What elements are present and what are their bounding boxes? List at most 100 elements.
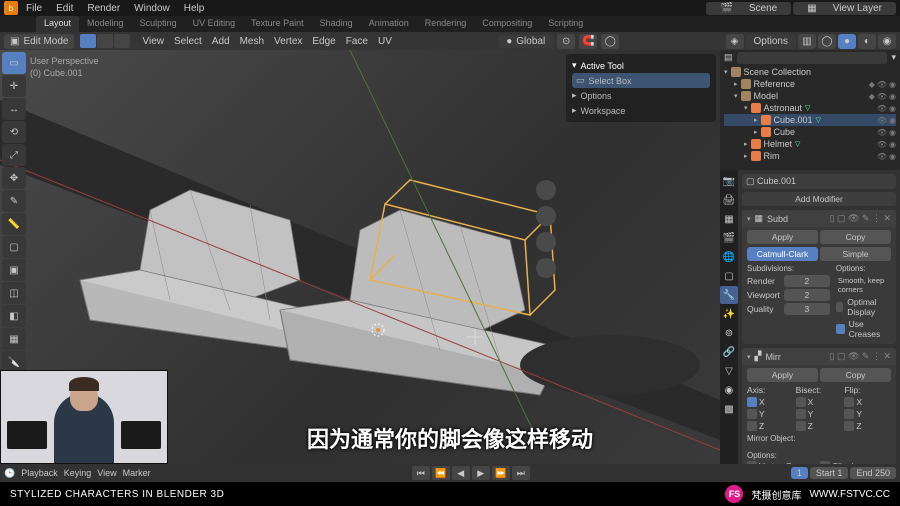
play-button[interactable]: ▶ [472, 466, 490, 480]
tab-texture-props[interactable]: ▩ [720, 400, 738, 418]
axis-z-check[interactable] [747, 421, 757, 431]
tab-constraint-props[interactable]: 🔗 [720, 343, 738, 361]
select-face[interactable] [114, 34, 130, 48]
modifier-name[interactable]: Subd [767, 214, 788, 224]
tab-meshdata-props[interactable]: ▽ [720, 362, 738, 380]
menu-uv[interactable]: UV [378, 36, 392, 47]
keyframe-next-button[interactable]: ⏩ [492, 466, 510, 480]
xray-toggle[interactable]: ▥ [798, 34, 816, 49]
tab-layout[interactable]: Layout [36, 16, 79, 32]
menu-select[interactable]: Select [174, 36, 202, 47]
tool-loopcut[interactable]: ▦ [2, 328, 26, 350]
tool-scale[interactable]: ⤢ [2, 144, 26, 166]
tab-object-props[interactable]: ▢ [720, 267, 738, 285]
tl-menu-playback[interactable]: Playback [21, 468, 58, 478]
menu-add[interactable]: Add [212, 36, 230, 47]
proportional-edit-toggle[interactable]: ◯ [601, 34, 619, 49]
tool-select-box[interactable]: ▭ [2, 52, 26, 74]
timeline-editor-icon[interactable]: 🕒 [4, 468, 15, 479]
menu-face[interactable]: Face [346, 36, 368, 47]
persp-gizmo[interactable] [536, 258, 556, 278]
tree-item-astronaut[interactable]: Astronaut [764, 103, 803, 113]
tool-inset[interactable]: ◫ [2, 282, 26, 304]
tab-scripting[interactable]: Scripting [540, 16, 591, 32]
tree-item-model[interactable]: Model [754, 91, 779, 101]
tl-menu-view[interactable]: View [97, 468, 116, 478]
shading-solid[interactable]: ● [838, 34, 856, 49]
copy-button[interactable]: Copy [820, 230, 891, 244]
tab-output-props[interactable]: 🖨 [720, 191, 738, 209]
tool-measure[interactable]: 📏 [2, 213, 26, 235]
tab-uvediting[interactable]: UV Editing [185, 16, 244, 32]
tree-root[interactable]: Scene Collection [744, 67, 812, 77]
tab-world-props[interactable]: 🌐 [720, 248, 738, 266]
tab-rendering[interactable]: Rendering [417, 16, 475, 32]
bisect-z-check[interactable] [796, 421, 806, 431]
tab-compositing[interactable]: Compositing [474, 16, 540, 32]
active-tool-workspace-row[interactable]: ▸Workspace [572, 103, 710, 118]
bisect-y-check[interactable] [796, 409, 806, 419]
shading-rendered[interactable]: ◉ [878, 34, 896, 49]
jump-end-button[interactable]: ⏭ [512, 466, 530, 480]
jump-start-button[interactable]: ⏮ [412, 466, 430, 480]
gizmo-toggle[interactable]: ◈ [726, 34, 744, 49]
apply-button[interactable]: Apply [747, 230, 818, 244]
tool-annotate[interactable]: ✎ [2, 190, 26, 212]
vertexgroups-check[interactable] [747, 461, 757, 464]
tree-item-rim[interactable]: Rim [764, 151, 780, 161]
modifier-header-icons[interactable]: ▯ ▢ 👁 ✎ ⋮ ✕ [830, 213, 891, 224]
active-tool-options-row[interactable]: ▸Options [572, 88, 710, 103]
menu-help[interactable]: Help [178, 3, 211, 14]
tool-transform[interactable]: ✥ [2, 167, 26, 189]
tool-cursor[interactable]: ✛ [2, 75, 26, 97]
menu-mesh[interactable]: Mesh [240, 36, 264, 47]
boundary-smooth-dropdown[interactable]: Smooth, keep corners [836, 275, 891, 295]
tree-item-helmet[interactable]: Helmet [764, 139, 793, 149]
tab-render-props[interactable]: 📷 [720, 172, 738, 190]
select-vertex[interactable] [80, 34, 96, 48]
shading-matprev[interactable]: ◐ [858, 34, 876, 49]
tree-item-cube[interactable]: Cube [774, 127, 796, 137]
snap-toggle[interactable]: 🧲 [579, 34, 597, 49]
menu-edit[interactable]: Edit [50, 3, 79, 14]
tab-particle-props[interactable]: ✨ [720, 305, 738, 323]
tab-viewlayer-props[interactable]: ▦ [720, 210, 738, 228]
use-creases-check[interactable] [836, 324, 845, 334]
pivot-selector[interactable]: ⊙ [557, 34, 575, 49]
pan-gizmo[interactable] [536, 206, 556, 226]
tab-scene-props[interactable]: 🎬 [720, 229, 738, 247]
flip-y-check[interactable] [844, 409, 854, 419]
tool-extrude[interactable]: ▣ [2, 259, 26, 281]
keyframe-prev-button[interactable]: ⏪ [432, 466, 450, 480]
catmull-clark-button[interactable]: Catmull-Clark [747, 247, 818, 261]
modifier-header-icons[interactable]: ▯ ▢ 👁 ✎ ⋮ ✕ [830, 351, 891, 362]
menu-window[interactable]: Window [128, 3, 176, 14]
camera-gizmo[interactable] [536, 232, 556, 252]
outliner-type-icon[interactable]: ▤ [724, 52, 733, 64]
tab-modeling[interactable]: Modeling [79, 16, 132, 32]
copy-button[interactable]: Copy [820, 368, 891, 382]
shading-wireframe[interactable]: ◯ [818, 34, 836, 49]
simple-button[interactable]: Simple [820, 247, 891, 261]
bisect-x-check[interactable] [796, 397, 806, 407]
quality-value[interactable]: 3 [784, 303, 830, 315]
mirror-object-field[interactable] [747, 444, 891, 448]
outliner-search[interactable] [737, 52, 888, 64]
flip-z-check[interactable] [844, 421, 854, 431]
start-frame[interactable]: Start 1 [810, 467, 849, 479]
tab-modifier-props[interactable]: 🔧 [720, 286, 738, 304]
tab-texturepaint[interactable]: Texture Paint [243, 16, 312, 32]
tree-item-reference[interactable]: Reference [754, 79, 796, 89]
outliner[interactable]: ▤▾ ▾Scene Collection ▸Reference◆👁◉ ▾Mode… [720, 50, 900, 170]
tab-material-props[interactable]: ◉ [720, 381, 738, 399]
active-tool-name[interactable]: ▭Select Box [572, 73, 710, 88]
tab-physics-props[interactable]: ⊚ [720, 324, 738, 342]
apply-button[interactable]: Apply [747, 368, 818, 382]
tab-animation[interactable]: Animation [361, 16, 417, 32]
tree-item-cube001[interactable]: Cube.001 [774, 115, 813, 125]
scene-selector[interactable]: 🎬Scene [706, 2, 791, 15]
mode-selector[interactable]: ▣Edit Mode [4, 34, 74, 49]
render-subdiv-value[interactable]: 2 [784, 275, 830, 287]
menu-file[interactable]: File [20, 3, 48, 14]
menu-edge[interactable]: Edge [312, 36, 335, 47]
